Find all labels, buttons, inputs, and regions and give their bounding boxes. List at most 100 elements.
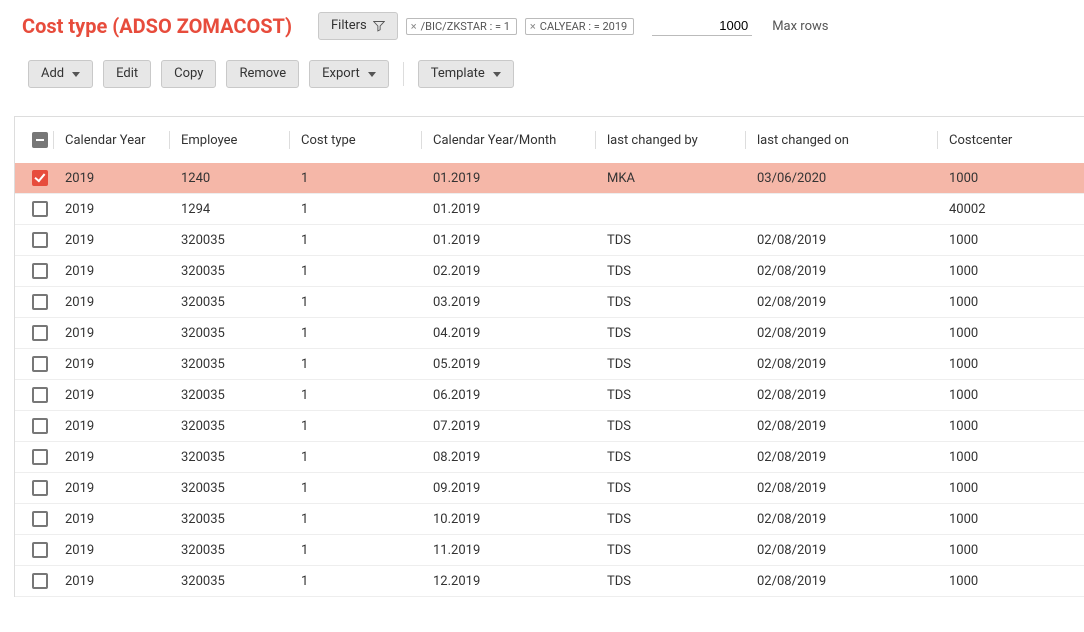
row-checkbox[interactable] [32,449,48,465]
row-checkbox[interactable] [32,294,48,310]
column-header[interactable]: Calendar Year [59,117,175,163]
close-icon[interactable]: × [530,20,536,33]
table-cell: 1000 [943,512,1083,527]
table-row[interactable]: 2019320035102.2019TDS02/08/20191000 [15,256,1084,287]
table-row[interactable]: 2019320035112.2019TDS02/08/20191000 [15,566,1084,597]
table-cell: 02/08/2019 [751,419,943,434]
table-cell: 2019 [59,419,175,434]
filters-button[interactable]: Filters [318,12,398,40]
filter-icon [373,20,385,32]
table-cell: TDS [601,481,751,496]
edit-button[interactable]: Edit [103,60,151,88]
table-row[interactable]: 2019320035110.2019TDS02/08/20191000 [15,504,1084,535]
template-label: Template [431,65,485,83]
table-cell: 02/08/2019 [751,450,943,465]
chevron-down-icon [368,72,376,77]
table-cell: 02/08/2019 [751,295,943,310]
table-cell: 06.2019 [427,388,601,403]
table-row[interactable]: 2019320035103.2019TDS02/08/20191000 [15,287,1084,318]
row-checkbox[interactable] [32,356,48,372]
table-cell: 02/08/2019 [751,357,943,372]
filter-chip[interactable]: × CALYEAR : = 2019 [525,18,634,35]
table-cell: TDS [601,233,751,248]
column-header[interactable]: Costcenter [943,117,1083,163]
chevron-down-icon [72,72,80,77]
row-checkbox[interactable] [32,418,48,434]
table-row[interactable]: 2019320035106.2019TDS02/08/20191000 [15,380,1084,411]
table-row[interactable]: 20191294101.201940002 [15,194,1084,225]
data-grid: Calendar Year Employee Cost type Calenda… [14,116,1084,597]
table-cell: 1 [295,171,427,186]
remove-button[interactable]: Remove [226,60,299,88]
row-checkbox[interactable] [32,511,48,527]
table-cell: 1000 [943,357,1083,372]
copy-button[interactable]: Copy [161,60,216,88]
table-cell: 40002 [943,202,1083,217]
table-cell: 2019 [59,264,175,279]
add-label: Add [41,65,64,83]
table-cell: 10.2019 [427,512,601,527]
table-cell: 2019 [59,171,175,186]
table-cell: 1000 [943,295,1083,310]
table-cell: 1 [295,574,427,589]
table-cell: TDS [601,264,751,279]
table-row[interactable]: 2019320035108.2019TDS02/08/20191000 [15,442,1084,473]
column-header[interactable]: Employee [175,117,295,163]
template-button[interactable]: Template [418,60,514,88]
table-cell: 1000 [943,264,1083,279]
filter-chip[interactable]: × /BIC/ZKSTAR : = 1 [406,18,517,35]
table-cell: 1 [295,357,427,372]
table-cell: 02/08/2019 [751,388,943,403]
table-cell: 1 [295,543,427,558]
table-row[interactable]: 2019320035107.2019TDS02/08/20191000 [15,411,1084,442]
select-all-checkbox[interactable] [32,132,48,148]
table-row[interactable]: 2019320035111.2019TDS02/08/20191000 [15,535,1084,566]
table-cell: 11.2019 [427,543,601,558]
table-cell: 320035 [175,512,295,527]
table-cell: 320035 [175,264,295,279]
table-cell: 320035 [175,357,295,372]
close-icon[interactable]: × [411,20,417,33]
max-rows-input[interactable] [652,16,752,36]
table-cell: MKA [601,171,751,186]
table-row[interactable]: 2019320035104.2019TDS02/08/20191000 [15,318,1084,349]
table-cell: 1 [295,233,427,248]
row-checkbox[interactable] [32,480,48,496]
row-checkbox[interactable] [32,201,48,217]
column-header[interactable]: last changed by [601,117,751,163]
row-checkbox[interactable] [32,573,48,589]
table-cell: 1 [295,481,427,496]
table-cell: 1 [295,512,427,527]
table-cell: 02/08/2019 [751,233,943,248]
table-cell: 01.2019 [427,171,601,186]
column-header[interactable]: last changed on [751,117,943,163]
table-cell: 02/08/2019 [751,574,943,589]
column-header[interactable]: Calendar Year/Month [427,117,601,163]
table-cell: 1000 [943,450,1083,465]
filter-chip-label: /BIC/ZKSTAR : = 1 [421,20,510,33]
table-cell: 02/08/2019 [751,481,943,496]
row-checkbox[interactable] [32,387,48,403]
table-cell: 2019 [59,450,175,465]
row-checkbox[interactable] [32,232,48,248]
table-row[interactable]: 2019320035101.2019TDS02/08/20191000 [15,225,1084,256]
row-checkbox[interactable] [32,170,48,186]
table-cell: 09.2019 [427,481,601,496]
table-cell: 07.2019 [427,419,601,434]
row-checkbox[interactable] [32,542,48,558]
row-checkbox[interactable] [32,263,48,279]
table-cell: 320035 [175,543,295,558]
add-button[interactable]: Add [28,60,93,88]
table-cell: 02/08/2019 [751,543,943,558]
column-header[interactable]: Cost type [295,117,427,163]
table-cell: TDS [601,388,751,403]
row-checkbox[interactable] [32,325,48,341]
table-cell: 320035 [175,326,295,341]
table-row[interactable]: 2019320035105.2019TDS02/08/20191000 [15,349,1084,380]
table-row[interactable]: 20191240101.2019MKA03/06/20201000 [15,163,1084,194]
table-cell: 2019 [59,295,175,310]
export-button[interactable]: Export [309,60,389,88]
table-cell: 320035 [175,419,295,434]
table-cell: 03.2019 [427,295,601,310]
table-row[interactable]: 2019320035109.2019TDS02/08/20191000 [15,473,1084,504]
